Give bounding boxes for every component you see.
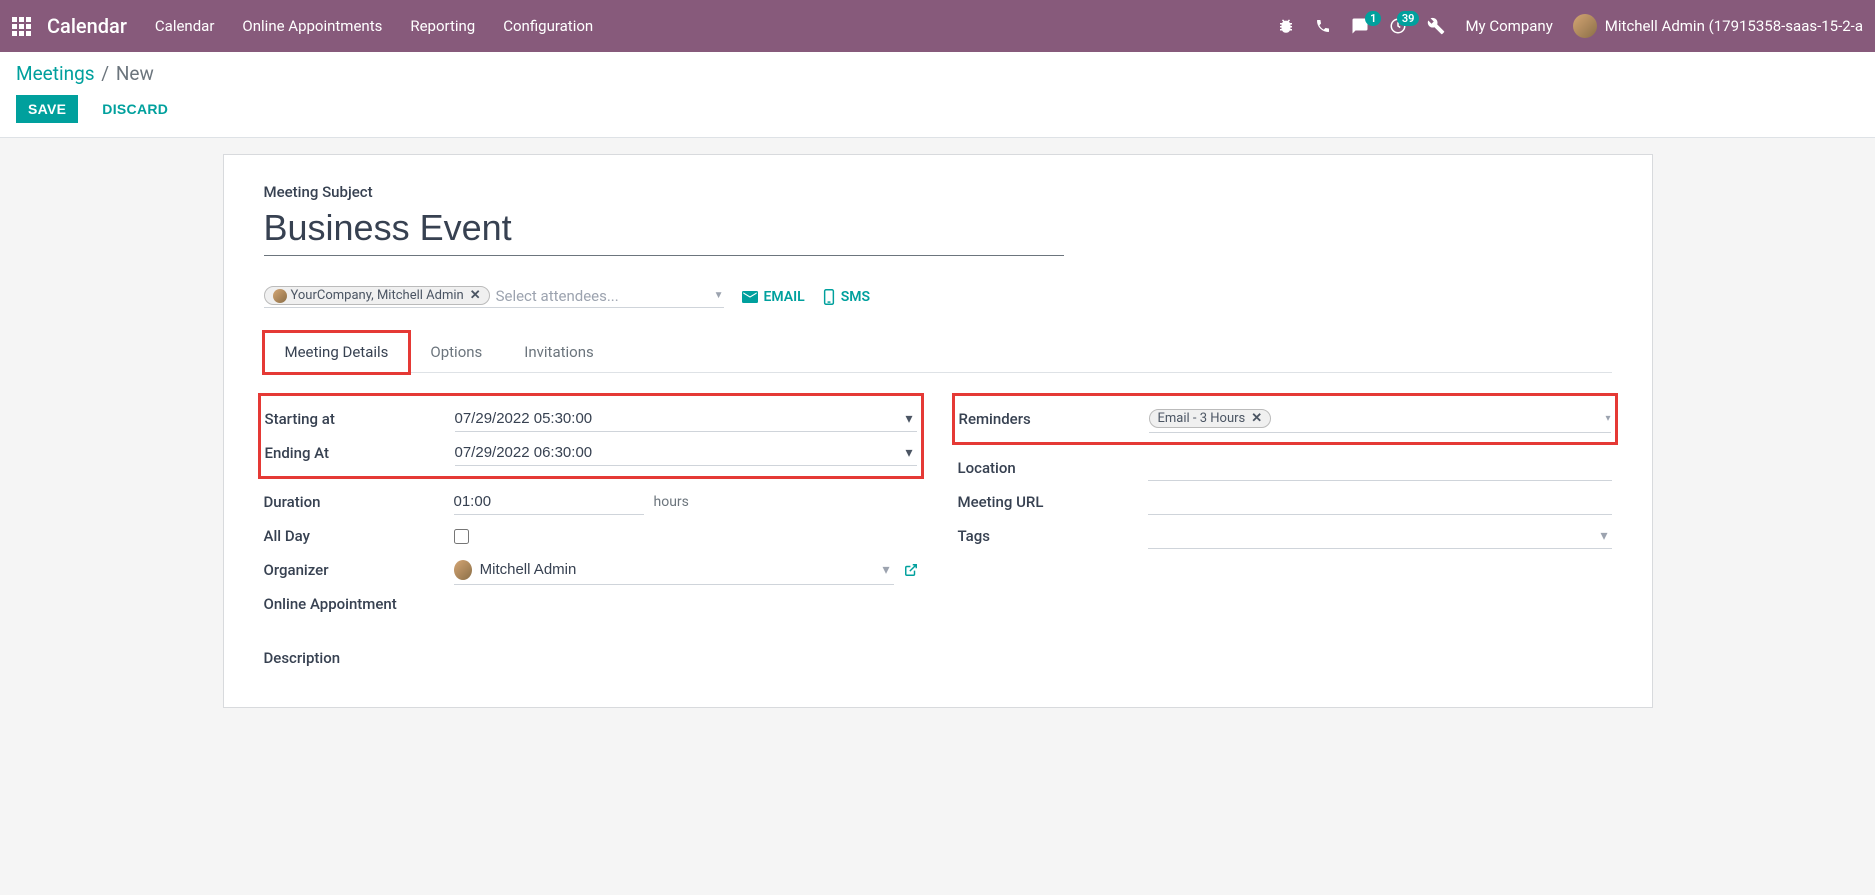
phone-icon[interactable] [1315, 18, 1331, 34]
organizer-label: Organizer [264, 561, 454, 579]
company-switcher[interactable]: My Company [1465, 17, 1552, 35]
control-panel: Meetings / New Save Discard [0, 52, 1875, 138]
organizer-field[interactable]: ▾ [454, 556, 894, 585]
mobile-icon [823, 289, 835, 305]
subject-input[interactable] [264, 205, 1064, 256]
chevron-down-icon[interactable]: ▾ [901, 445, 916, 461]
form-left-column: Starting at ▾ Ending At ▾ [264, 387, 918, 667]
chat-badge: 1 [1365, 11, 1381, 26]
allday-label: All Day [264, 527, 454, 545]
attendee-tag: YourCompany, Mitchell Admin ✕ [264, 286, 490, 305]
user-avatar-icon [1573, 14, 1597, 38]
envelope-icon [742, 291, 758, 303]
bug-icon[interactable] [1277, 17, 1295, 35]
app-brand[interactable]: Calendar [47, 14, 127, 38]
location-field[interactable] [1148, 455, 1612, 481]
sms-button[interactable]: SMS [823, 289, 870, 305]
tab-options[interactable]: Options [409, 332, 503, 372]
tab-invitations[interactable]: Invitations [503, 332, 614, 372]
email-button-label: EMAIL [764, 289, 805, 305]
ending-at-field[interactable]: ▾ [455, 440, 917, 466]
sms-button-label: SMS [841, 289, 870, 305]
tab-bar: Meeting Details Options Invitations [264, 332, 1612, 373]
chevron-down-icon[interactable]: ▾ [1596, 528, 1611, 544]
save-button[interactable]: Save [16, 95, 78, 123]
location-input[interactable] [1148, 459, 1612, 476]
form-right-column: Reminders Email - 3 Hours ✕ ▾ Location [958, 387, 1612, 667]
breadcrumb-sep: / [101, 62, 109, 85]
meeting-url-input[interactable] [1148, 493, 1612, 510]
starting-at-field[interactable]: ▾ [455, 406, 917, 432]
tags-label: Tags [958, 527, 1148, 545]
attendee-tag-label: YourCompany, Mitchell Admin [291, 288, 464, 303]
attendee-placeholder: Select attendees... [496, 287, 619, 305]
form-sheet: Meeting Subject YourCompany, Mitchell Ad… [223, 154, 1653, 708]
organizer-input[interactable] [480, 561, 879, 578]
meeting-url-label: Meeting URL [958, 493, 1148, 511]
reminders-field[interactable]: Email - 3 Hours ✕ ▾ [1149, 405, 1611, 433]
nav-right: 1 39 My Company Mitchell Admin (17915358… [1277, 14, 1863, 38]
reminders-label: Reminders [959, 410, 1149, 428]
reminder-tag: Email - 3 Hours ✕ [1149, 409, 1272, 428]
allday-checkbox[interactable] [454, 529, 469, 544]
nav-reporting[interactable]: Reporting [410, 17, 475, 35]
external-link-icon[interactable] [904, 563, 918, 577]
highlight-reminders: Reminders Email - 3 Hours ✕ ▾ [952, 393, 1618, 445]
duration-unit: hours [654, 494, 689, 510]
tags-input[interactable] [1148, 527, 1597, 544]
highlight-dates: Starting at ▾ Ending At ▾ [258, 393, 924, 479]
breadcrumb-root[interactable]: Meetings [16, 62, 95, 85]
ending-at-label: Ending At [265, 444, 455, 462]
chevron-down-icon[interactable]: ▾ [878, 562, 893, 578]
ending-at-input[interactable] [455, 444, 902, 461]
chevron-down-icon[interactable]: ▾ [1605, 413, 1610, 424]
tab-meeting-details[interactable]: Meeting Details [264, 332, 410, 373]
nav-menu: Calendar Online Appointments Reporting C… [155, 17, 593, 35]
allday-field [454, 525, 918, 548]
attendee-avatar-icon [273, 289, 287, 303]
tags-field[interactable]: ▾ [1148, 523, 1612, 549]
activity-badge: 39 [1397, 11, 1420, 26]
nav-online-appointments[interactable]: Online Appointments [242, 17, 382, 35]
discard-button[interactable]: Discard [90, 95, 180, 123]
attendees-field[interactable]: YourCompany, Mitchell Admin ✕ Select att… [264, 286, 724, 308]
email-button[interactable]: EMAIL [742, 289, 805, 305]
attendee-remove-icon[interactable]: ✕ [470, 288, 481, 303]
chevron-down-icon[interactable]: ▼ [714, 290, 724, 301]
online-appt-field [454, 600, 918, 608]
apps-menu-icon[interactable] [12, 17, 31, 36]
activity-icon[interactable]: 39 [1389, 17, 1407, 35]
location-label: Location [958, 459, 1148, 477]
meeting-url-field[interactable] [1148, 489, 1612, 515]
subject-label: Meeting Subject [264, 183, 1612, 201]
user-name: Mitchell Admin (17915358-saas-15-2-a [1605, 17, 1863, 35]
duration-input[interactable] [454, 493, 644, 510]
nav-configuration[interactable]: Configuration [503, 17, 593, 35]
reminder-tag-label: Email - 3 Hours [1158, 411, 1246, 426]
starting-at-input[interactable] [455, 410, 902, 427]
breadcrumb: Meetings / New [16, 62, 1859, 85]
starting-at-label: Starting at [265, 410, 455, 428]
top-navbar: Calendar Calendar Online Appointments Re… [0, 0, 1875, 52]
duration-label: Duration [264, 493, 454, 511]
reminder-remove-icon[interactable]: ✕ [1251, 411, 1262, 426]
nav-calendar[interactable]: Calendar [155, 17, 215, 35]
breadcrumb-current: New [116, 62, 154, 85]
user-menu[interactable]: Mitchell Admin (17915358-saas-15-2-a [1573, 14, 1863, 38]
description-label: Description [264, 649, 918, 667]
online-appt-label: Online Appointment [264, 595, 454, 613]
tools-icon[interactable] [1427, 17, 1445, 35]
chat-icon[interactable]: 1 [1351, 17, 1369, 35]
chevron-down-icon[interactable]: ▾ [901, 411, 916, 427]
duration-field[interactable] [454, 489, 644, 515]
organizer-avatar-icon [454, 560, 472, 580]
